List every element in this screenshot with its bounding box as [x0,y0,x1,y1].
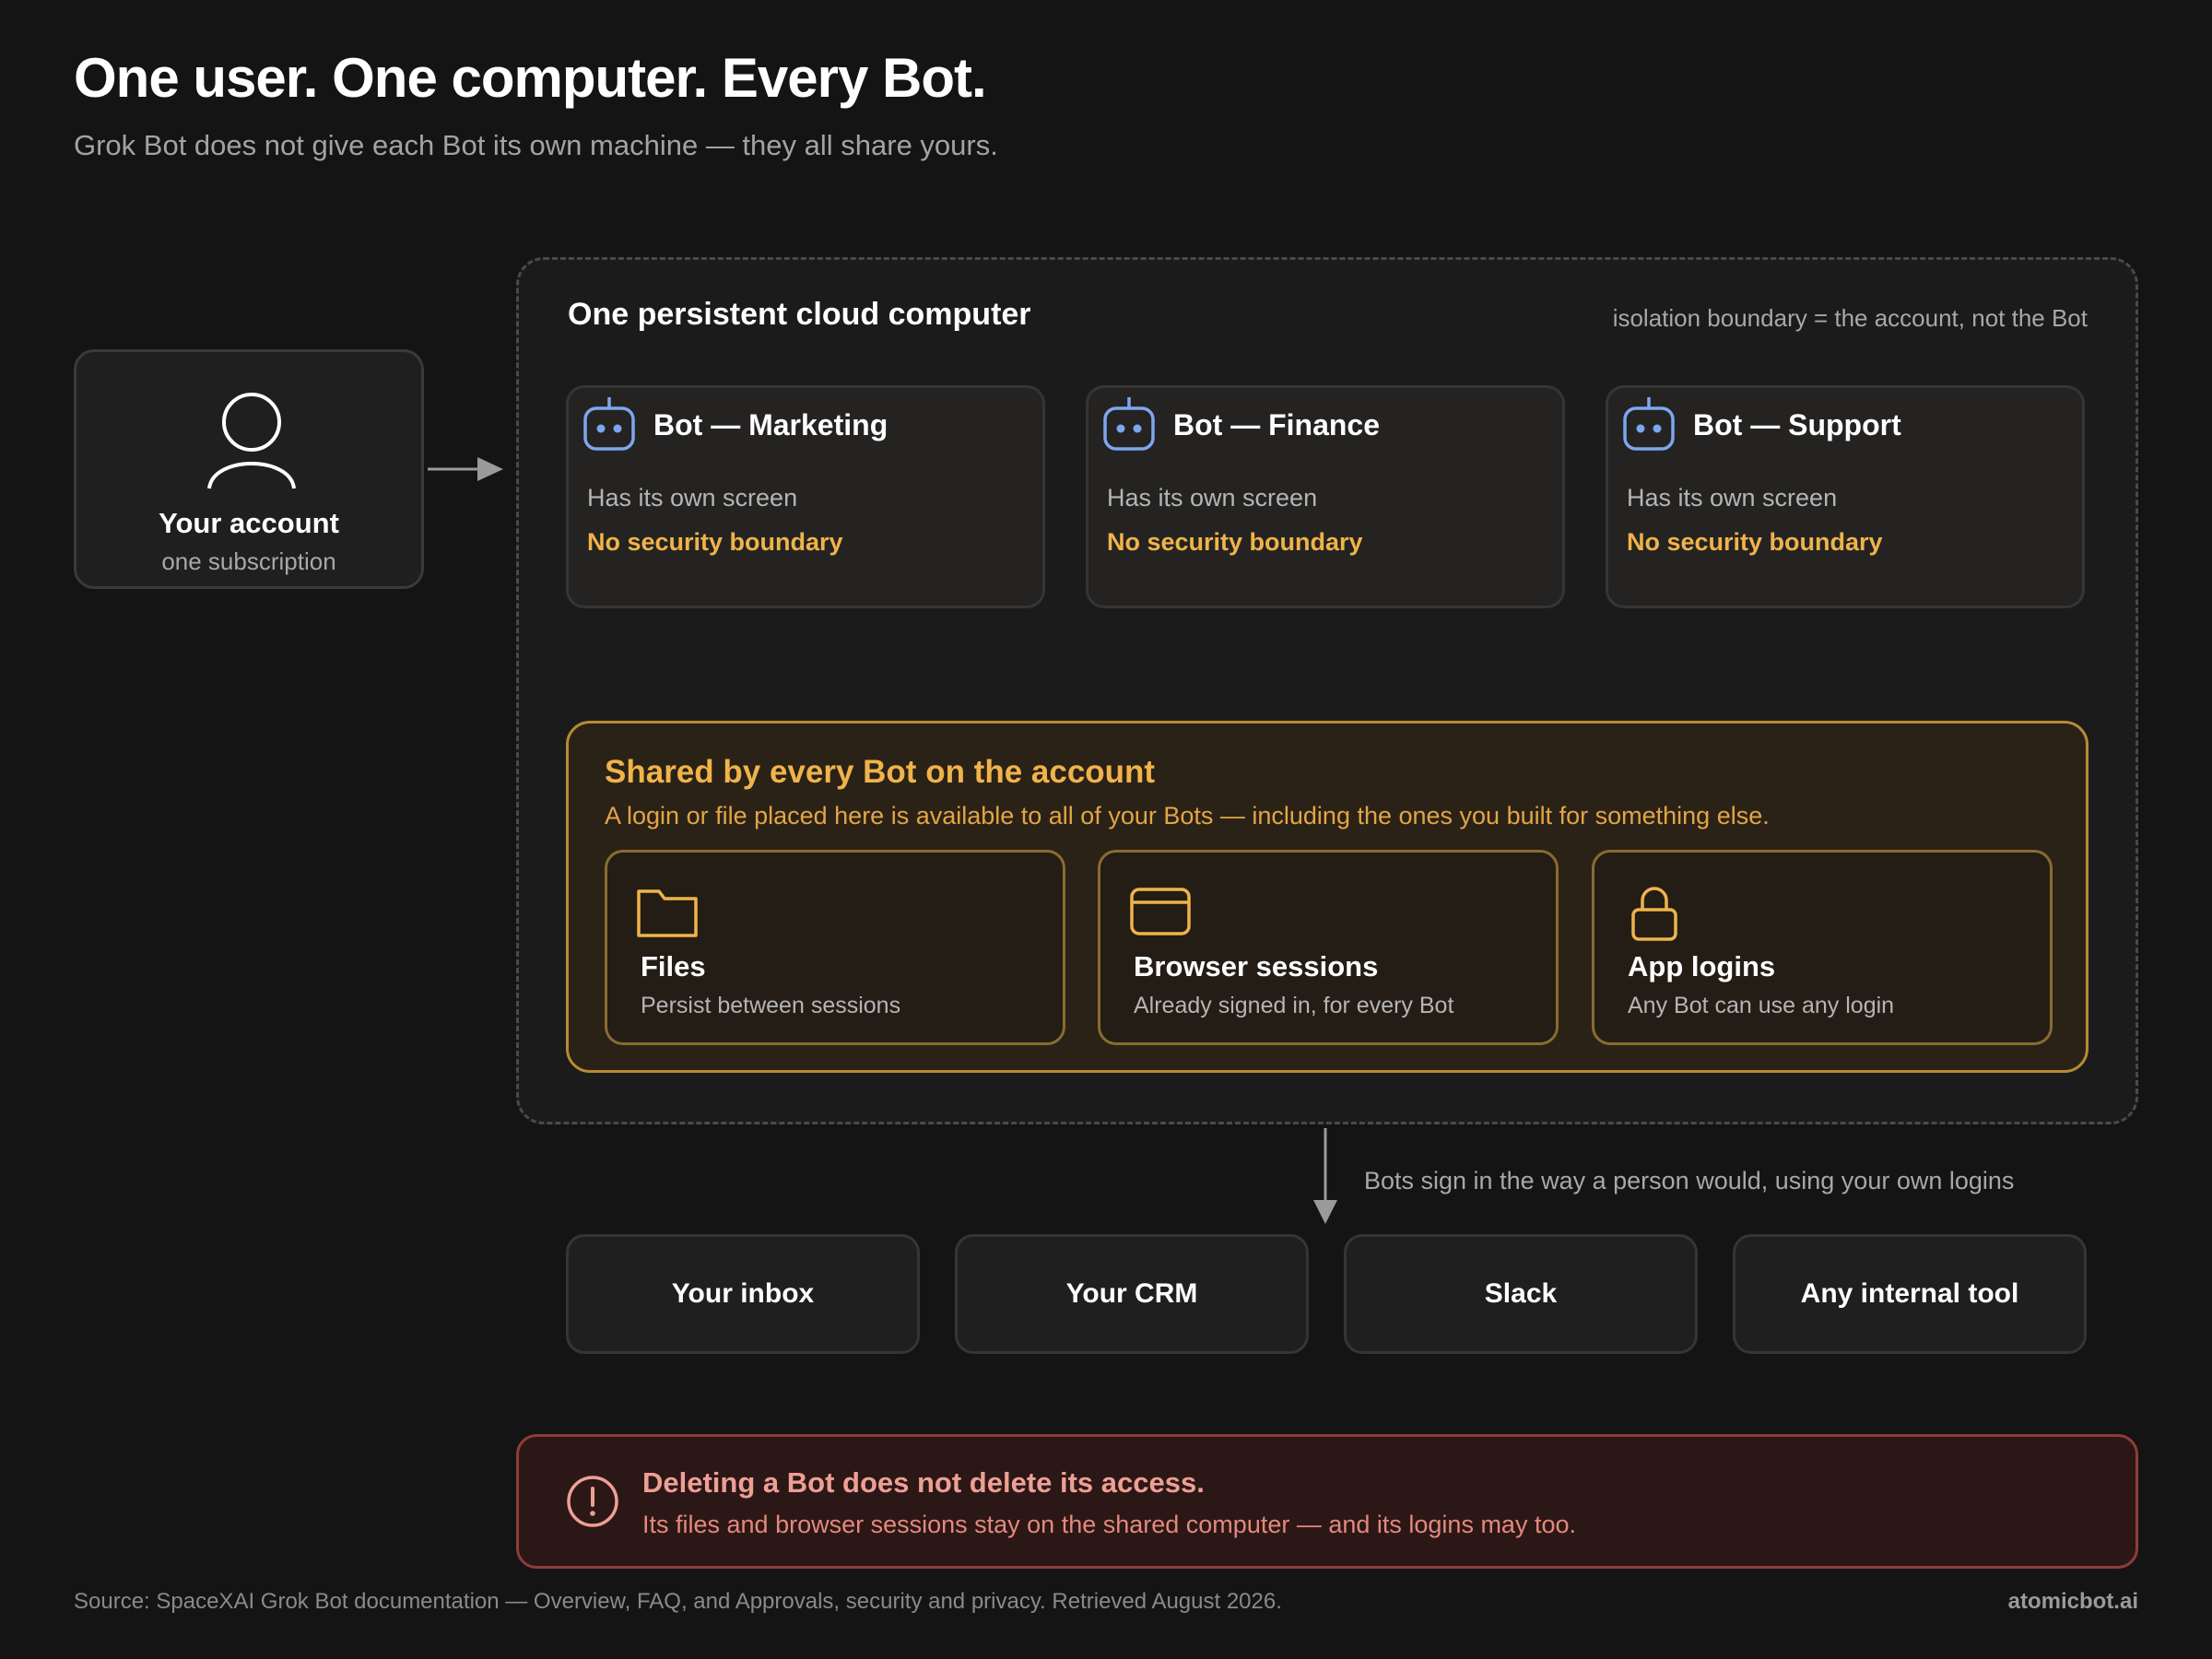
tool-card-internal-tool: Any internal tool [1733,1234,2087,1354]
account-name: Your account [159,507,339,539]
bot-card-finance: Bot — Finance Has its own screen No secu… [1086,385,1565,608]
bot-security-text: No security boundary [1107,528,1363,556]
resource-description: Any Bot can use any login [1628,993,1895,1018]
footer-brand: atomicbot.ai [2007,1589,2138,1614]
folder-icon [635,884,700,944]
lock-icon [1622,884,1687,947]
tool-card-inbox: Your inbox [566,1234,920,1354]
resource-card-app-logins: App logins Any Bot can use any login [1592,850,2053,1045]
bot-name: Bot — Marketing [653,408,888,441]
resource-card-files: Files Persist between sessions [605,850,1065,1045]
warning-banner: Deleting a Bot does not delete its acces… [516,1434,2138,1569]
bot-screen-text: Has its own screen [1627,484,1838,512]
shared-title: Shared by every Bot on the account [605,754,1156,790]
bot-security-text: No security boundary [587,528,843,556]
footer-source: Source: SpaceXAI Grok Bot documentation … [74,1589,1282,1614]
resource-name: Files [641,950,706,982]
warning-description: Its files and browser sessions stay on t… [642,1511,1576,1538]
warning-title: Deleting a Bot does not delete its acces… [642,1466,1205,1499]
isolation-note: isolation boundary = the account, not th… [1612,304,2088,332]
alert-circle-icon [565,1474,620,1534]
tools-arrow-head [1313,1200,1337,1224]
user-icon [206,389,298,495]
page-title: One user. One computer. Every Bot. [74,47,987,109]
shared-description: A login or file placed here is available… [605,802,1770,830]
robot-icon [1621,395,1677,459]
bot-screen-text: Has its own screen [1107,484,1318,512]
resource-name: Browser sessions [1134,950,1379,982]
bot-card-support: Bot — Support Has its own screen No secu… [1606,385,2085,608]
signin-note: Bots sign in the way a person would, usi… [1364,1167,2015,1194]
bot-card-marketing: Bot — Marketing Has its own screen No se… [566,385,1045,608]
tool-card-crm: Your CRM [955,1234,1309,1354]
resource-name: App logins [1628,950,1776,982]
account-card: Your account one subscription [74,349,424,589]
account-subscription: one subscription [161,547,336,575]
account-arrow-head [477,457,503,481]
bot-name: Bot — Finance [1173,408,1381,441]
computer-title: One persistent cloud computer [568,297,1031,332]
bot-security-text: No security boundary [1627,528,1883,556]
robot-icon [582,395,637,459]
tool-card-slack: Slack [1344,1234,1698,1354]
resource-card-browser-sessions: Browser sessions Already signed in, for … [1098,850,1559,1045]
robot-icon [1101,395,1157,459]
resource-description: Persist between sessions [641,993,901,1018]
bot-name: Bot — Support [1693,408,1901,441]
bot-screen-text: Has its own screen [587,484,798,512]
browser-window-icon [1128,884,1193,944]
page-subtitle: Grok Bot does not give each Bot its own … [74,129,998,161]
resource-description: Already signed in, for every Bot [1134,993,1454,1018]
